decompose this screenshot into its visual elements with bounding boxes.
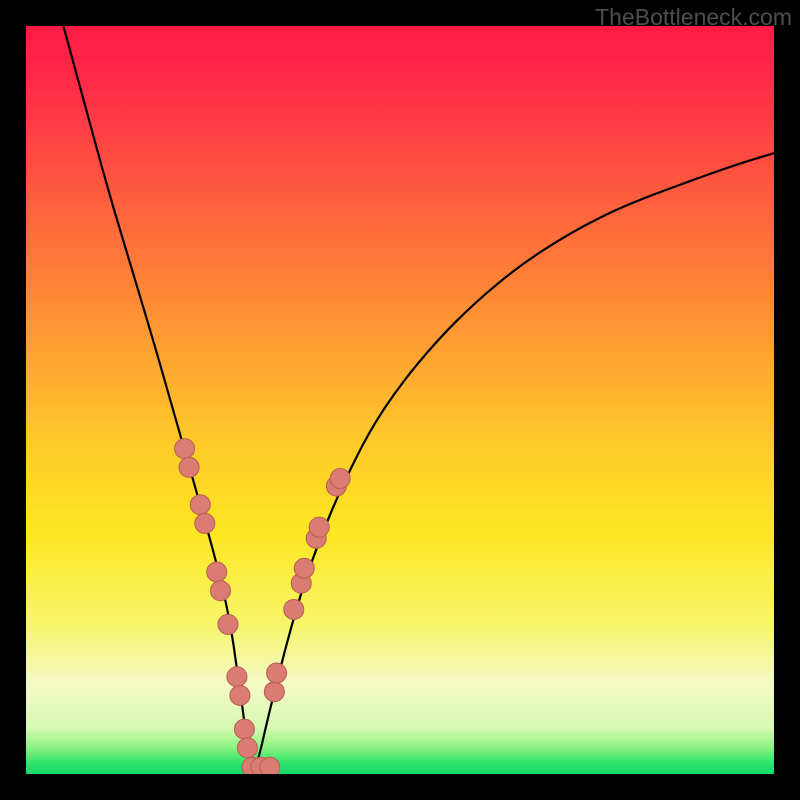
data-marker <box>195 513 215 533</box>
data-marker <box>234 719 254 739</box>
data-marker <box>264 682 284 702</box>
data-marker <box>207 562 227 582</box>
data-marker <box>179 457 199 477</box>
data-marker <box>175 439 195 459</box>
data-marker <box>260 757 280 774</box>
bottleneck-chart <box>26 26 774 774</box>
data-marker <box>210 581 230 601</box>
data-marker <box>218 614 238 634</box>
chart-frame <box>26 26 774 774</box>
data-marker <box>190 495 210 515</box>
data-marker <box>237 738 257 758</box>
data-marker <box>230 685 250 705</box>
data-marker <box>267 663 287 683</box>
watermark-text: TheBottleneck.com <box>595 4 792 31</box>
data-marker <box>227 667 247 687</box>
data-marker <box>309 517 329 537</box>
data-marker <box>330 469 350 489</box>
data-marker <box>294 558 314 578</box>
gradient-background <box>26 26 774 774</box>
data-marker <box>284 599 304 619</box>
